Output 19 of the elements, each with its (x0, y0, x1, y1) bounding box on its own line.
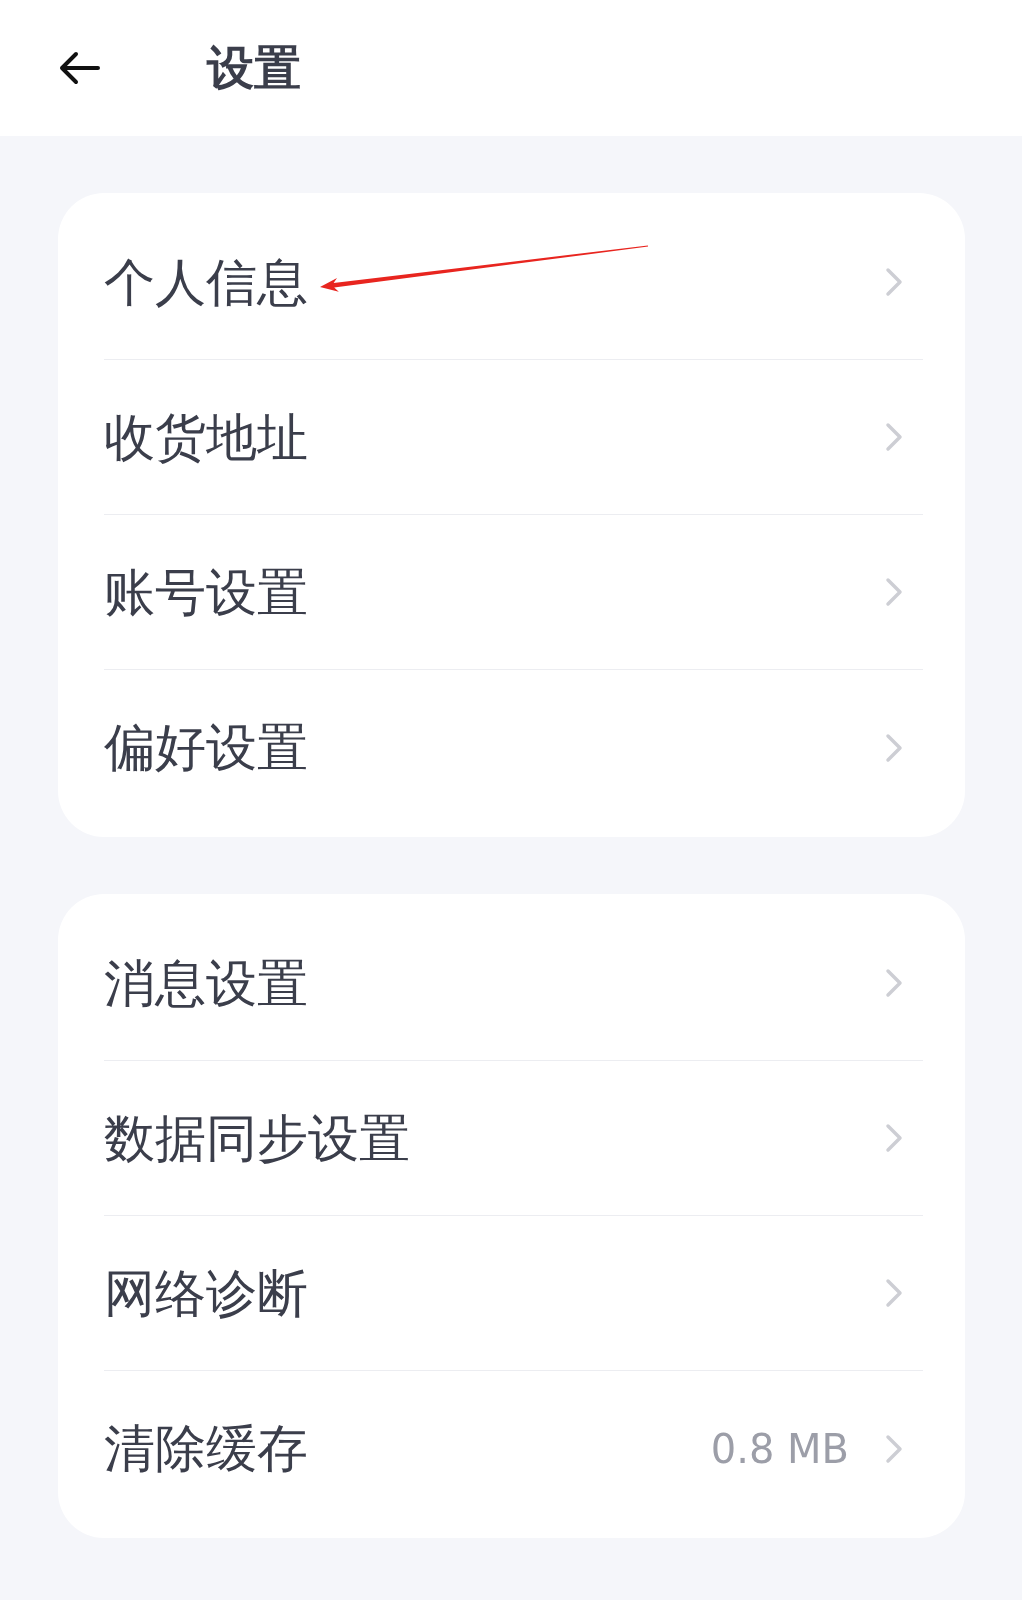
settings-item[interactable]: 消息设置 (104, 906, 923, 1061)
chevron-icon (885, 968, 903, 998)
settings-item[interactable]: 数据同步设置 (104, 1061, 923, 1216)
chevron-icon (885, 1433, 903, 1464)
chevron-icon (885, 1278, 903, 1308)
chevron-icon (885, 422, 903, 452)
chevron-icon (885, 267, 903, 297)
chevron-icon (885, 732, 903, 763)
settings-item[interactable]: 网络诊断 (104, 1216, 923, 1371)
settings-item[interactable]: 偏好设置 (104, 670, 923, 825)
page-title: 设置 (207, 42, 301, 94)
settings-item[interactable]: 收货地址 (104, 360, 923, 515)
chevron-icon (885, 577, 903, 607)
cache-size: 0.8 MB (710, 1424, 849, 1473)
settings-item[interactable]: 清除缓存 0.8 MB (104, 1371, 923, 1526)
settings-item[interactable]: 账号设置 (104, 515, 923, 670)
back-icon (59, 51, 100, 85)
settings-item[interactable]: 个人信息 (104, 205, 923, 360)
chevron-icon (885, 1123, 903, 1153)
